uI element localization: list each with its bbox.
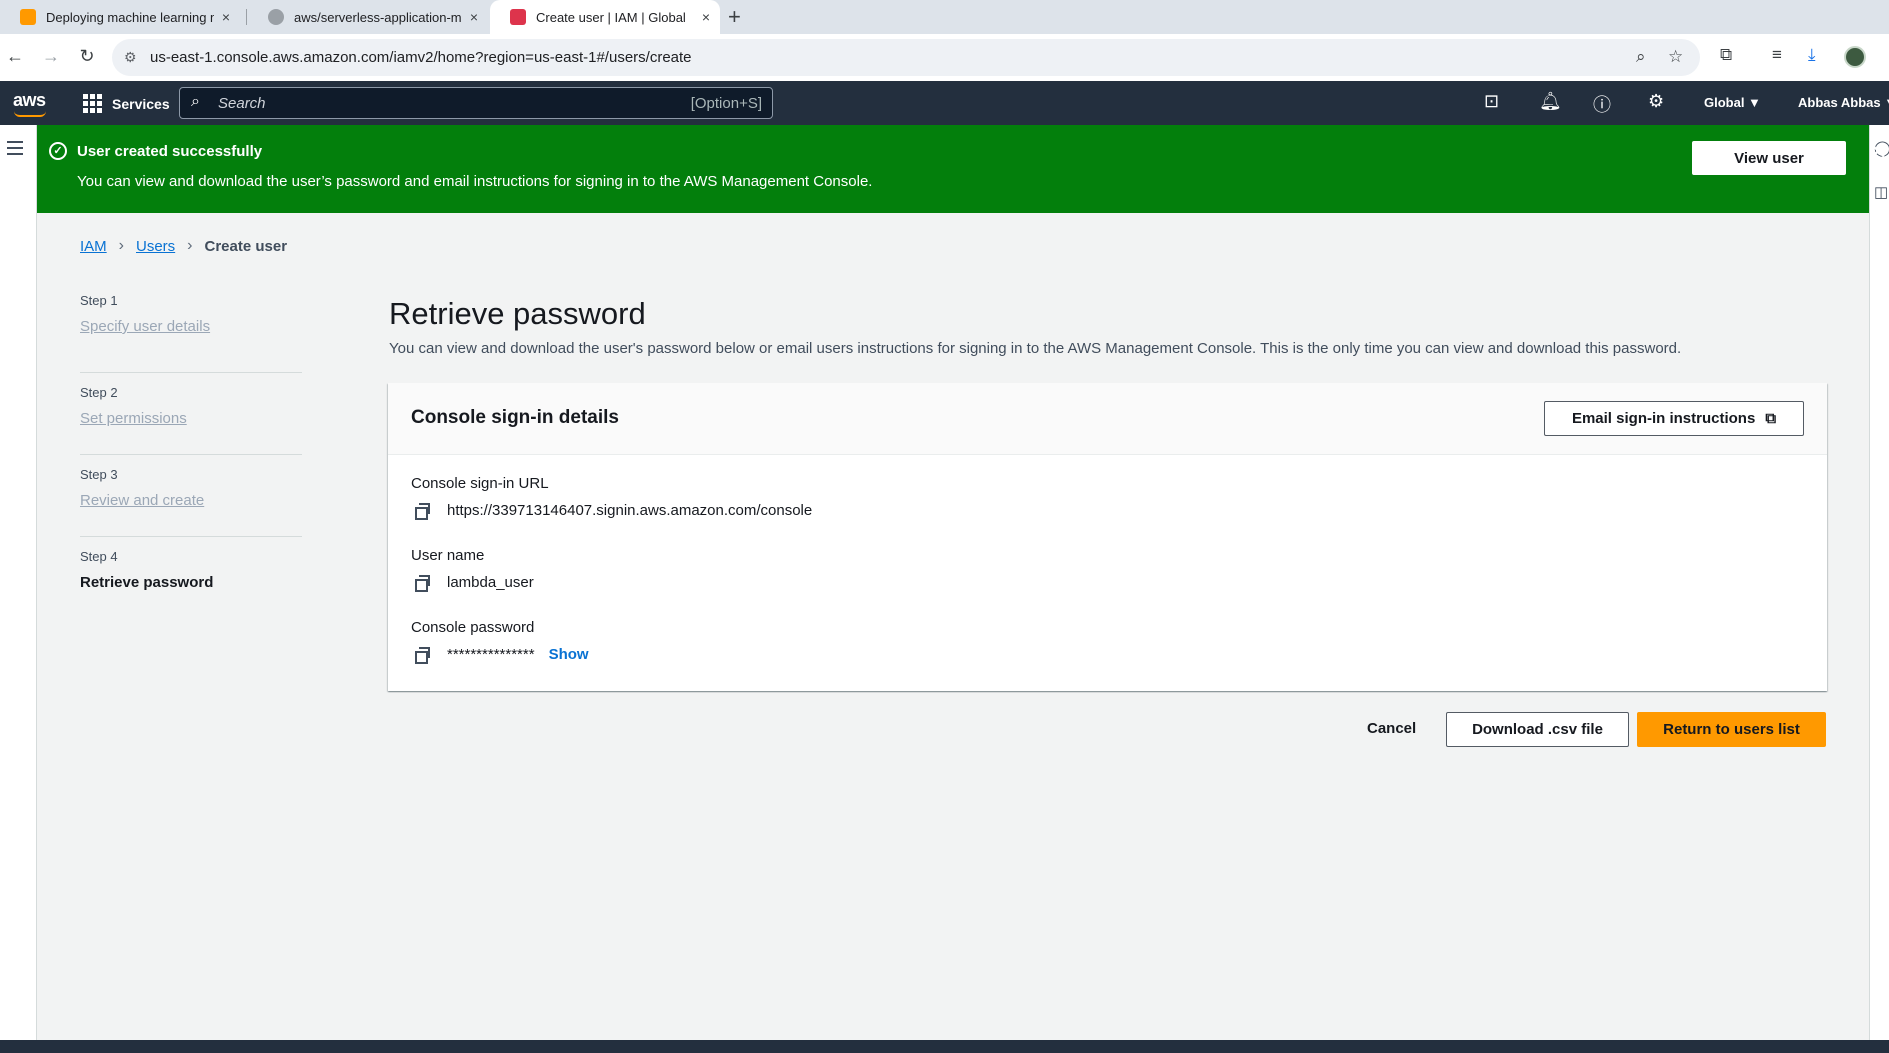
aws-favicon-icon <box>20 9 36 25</box>
new-tab-icon[interactable]: + <box>728 4 741 30</box>
services-label: Services <box>112 95 170 112</box>
flash-message: You can view and download the user’s pas… <box>77 173 873 190</box>
email-sign-in-instructions-button[interactable]: Email sign-in instructions ⧉ <box>1544 401 1804 436</box>
wizard-step: Step 4 Retrieve password <box>80 537 302 619</box>
breadcrumb-iam-link[interactable]: IAM <box>80 238 107 255</box>
step-number: Step 4 <box>80 549 118 564</box>
search-icon: ⌕ <box>191 93 200 110</box>
card-title: Console sign-in details <box>411 407 619 428</box>
site-info-icon[interactable]: ⚙ <box>124 49 137 66</box>
external-link-icon: ⧉ <box>1765 410 1777 427</box>
aws-logo[interactable]: aws <box>13 90 46 117</box>
close-icon[interactable]: ✕ <box>1869 139 1887 165</box>
success-flash-banner: ✓ User created successfully You can view… <box>37 125 1887 213</box>
grid-icon <box>83 94 102 113</box>
success-check-icon: ✓ <box>49 142 67 160</box>
downloads-icon[interactable]: ⤓ <box>1808 45 1816 65</box>
aws-search-input[interactable] <box>218 93 618 113</box>
bookmark-star-icon[interactable]: ☆ <box>1668 47 1683 67</box>
media-controls-icon[interactable]: ≡ <box>1772 45 1782 65</box>
console-footer <box>0 1040 1889 1053</box>
copy-icon[interactable] <box>415 502 430 520</box>
field-label: User name <box>411 547 485 564</box>
wizard-step: Step 3 Review and create <box>80 455 302 537</box>
wizard-step: Step 1 Specify user details <box>80 291 302 373</box>
breadcrumb-current: Create user <box>204 237 288 255</box>
region-selector[interactable]: Global ▼ <box>1704 95 1761 110</box>
copy-icon[interactable] <box>415 646 430 664</box>
show-password-link[interactable]: Show <box>549 646 589 663</box>
zoom-icon[interactable]: ⌕ <box>1636 47 1646 67</box>
return-to-users-list-button[interactable]: Return to users list <box>1637 712 1826 747</box>
wizard-step: Step 2 Set permissions <box>80 373 302 455</box>
tab-close-icon[interactable]: × <box>470 9 478 25</box>
step-link-set-permissions[interactable]: Set permissions <box>80 410 187 427</box>
tab-close-icon[interactable]: × <box>702 9 710 25</box>
browser-tab-github[interactable]: aws/serverless-application-m × <box>248 0 488 34</box>
step-number: Step 1 <box>80 293 118 308</box>
step-link-specify-user-details[interactable]: Specify user details <box>80 318 210 335</box>
side-nav-rail <box>0 125 37 1040</box>
back-icon[interactable]: ← <box>4 46 26 67</box>
iam-favicon-icon <box>510 9 526 25</box>
tab-label: Create user | IAM | Global <box>536 9 686 25</box>
sign-in-url-field: Console sign-in URL https://339713146407… <box>411 475 813 520</box>
password-masked-value: *************** <box>447 646 535 663</box>
user-name-field: User name lambda_user <box>411 547 534 592</box>
extensions-icon[interactable]: ⧉ <box>1720 45 1732 65</box>
sign-in-details-card: Console sign-in details Email sign-in in… <box>388 383 1827 691</box>
field-label: Console sign-in URL <box>411 475 549 492</box>
step-number: Step 3 <box>80 467 118 482</box>
services-menu-button[interactable]: Services <box>83 94 170 113</box>
chevron-right-icon: › <box>187 237 193 254</box>
breadcrumb: IAM › Users › Create user <box>80 237 287 255</box>
browser-toolbar: ← → ↻ ⚙ us-east-1.console.aws.amazon.com… <box>0 34 1889 81</box>
browser-tab-deploying[interactable]: Deploying machine learning m × <box>0 0 240 34</box>
address-bar[interactable]: ⚙ us-east-1.console.aws.amazon.com/iamv2… <box>112 39 1700 76</box>
page-description: You can view and download the user's pas… <box>389 340 1682 357</box>
notifications-bell-icon[interactable]: 🔔︎ <box>1539 91 1562 112</box>
step-link-review-and-create[interactable]: Review and create <box>80 492 204 509</box>
feedback-icon[interactable]: ◫ <box>1874 183 1888 201</box>
view-user-button[interactable]: View user <box>1692 141 1846 175</box>
page-title: Retrieve password <box>389 296 646 331</box>
aws-search-box[interactable]: ⌕ [Option+S] <box>179 87 773 119</box>
help-icon[interactable]: ⓘ <box>1593 91 1611 117</box>
wizard-steps: Step 1 Specify user details Step 2 Set p… <box>80 291 302 619</box>
copy-icon[interactable] <box>415 574 430 592</box>
download-csv-button[interactable]: Download .csv file <box>1446 712 1629 747</box>
browser-tab-strip: Deploying machine learning m × aws/serve… <box>0 0 1889 34</box>
tab-divider <box>246 9 247 25</box>
step-number: Step 2 <box>80 385 118 400</box>
user-name-value: lambda_user <box>447 574 534 591</box>
url-text[interactable]: us-east-1.console.aws.amazon.com/iamv2/h… <box>150 49 692 66</box>
console-password-field: Console password *************** Show <box>411 619 589 664</box>
tab-label: aws/serverless-application-m <box>294 9 462 25</box>
profile-avatar[interactable] <box>1844 46 1866 68</box>
hamburger-menu-icon[interactable] <box>7 141 23 159</box>
sign-in-url-value: https://339713146407.signin.aws.amazon.c… <box>447 502 813 519</box>
tools-rail: ◯ ◫ <box>1869 125 1889 1040</box>
cloudshell-icon[interactable]: ⊡ <box>1484 91 1499 112</box>
tab-close-icon[interactable]: × <box>222 9 230 25</box>
cancel-button[interactable]: Cancel <box>1355 712 1428 745</box>
breadcrumb-users-link[interactable]: Users <box>136 238 175 255</box>
flash-title: User created successfully <box>77 143 263 160</box>
aws-logo-text: aws <box>13 90 46 110</box>
chevron-right-icon: › <box>118 237 124 254</box>
field-label: Console password <box>411 619 535 636</box>
tab-label: Deploying machine learning m <box>46 9 214 25</box>
card-header: Console sign-in details Email sign-in in… <box>388 383 1827 455</box>
step-current-retrieve-password: Retrieve password <box>80 574 214 591</box>
settings-gear-icon[interactable]: ⚙ <box>1648 91 1664 112</box>
aws-top-nav: aws Services ⌕ [Option+S] ⊡ 🔔︎ ⓘ ⚙ Globa… <box>0 81 1889 125</box>
email-button-label: Email sign-in instructions <box>1571 410 1756 427</box>
browser-tab-create-user[interactable]: Create user | IAM | Global × <box>490 0 720 34</box>
forward-icon[interactable]: → <box>40 46 62 67</box>
aws-smile-icon <box>14 111 46 117</box>
github-favicon-icon <box>268 9 284 25</box>
reload-icon[interactable]: ↻ <box>76 46 98 67</box>
account-menu[interactable]: Abbas Abbas ▼ <box>1798 95 1889 110</box>
search-shortcut-hint: [Option+S] <box>690 95 762 112</box>
